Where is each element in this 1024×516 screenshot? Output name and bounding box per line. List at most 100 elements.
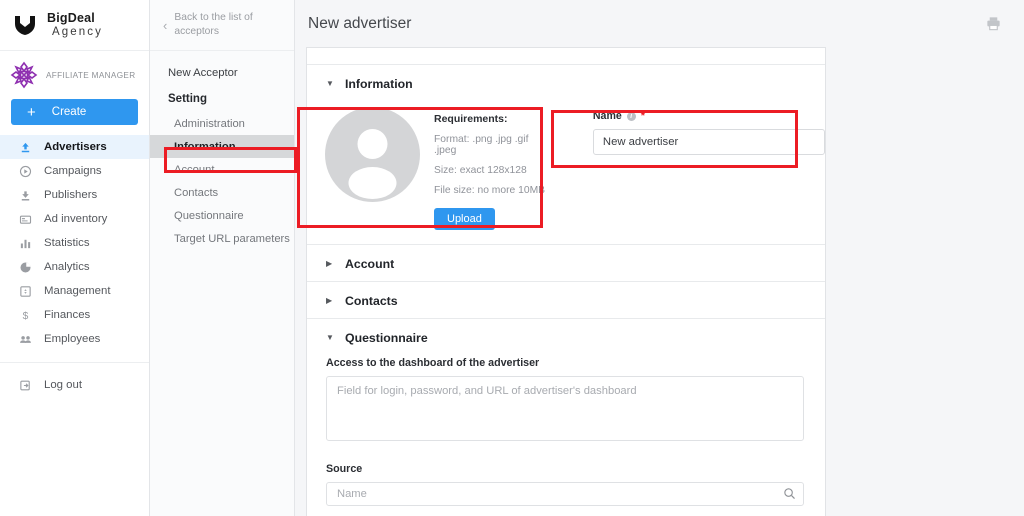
svg-text:$: $	[23, 311, 29, 322]
subnav-item-target-url-parameters[interactable]: Target URL parameters	[150, 227, 294, 250]
back-to-acceptors-link[interactable]: ‹ Back to the list of acceptors	[150, 0, 294, 51]
app-root: BigDeal Agency AFFILIATE MANAGER + Creat…	[0, 0, 1024, 516]
dashboard-access-textarea[interactable]	[326, 376, 804, 441]
subnav-item-administration[interactable]: Administration	[150, 112, 294, 135]
requirements-title: Requirements:	[434, 113, 508, 125]
requirement-format: Format: .png .jpg .gif .jpeg	[434, 134, 529, 156]
sidebar-item-publishers[interactable]: Publishers	[0, 183, 149, 207]
source-search-input[interactable]	[326, 482, 804, 506]
sidebar-item-label: Publishers	[44, 189, 98, 201]
square-dot-icon	[19, 285, 32, 298]
brand-name-line1: BigDeal	[47, 11, 95, 26]
page-header: New advertiser	[295, 0, 1024, 47]
bar-chart-icon	[19, 237, 32, 250]
settings-item-list: Administration Information Account Conta…	[150, 112, 294, 250]
chevron-left-icon: ‹	[163, 17, 168, 33]
affiliate-manager-row[interactable]: AFFILIATE MANAGER	[0, 51, 149, 95]
sidebar-item-logout[interactable]: Log out	[0, 373, 149, 397]
create-button-label: Create	[51, 106, 87, 118]
person-placeholder-icon	[325, 107, 420, 202]
sidebar-item-label: Advertisers	[44, 141, 107, 153]
name-label-text: Name	[592, 110, 622, 122]
upload-button[interactable]: Upload	[434, 208, 495, 230]
subnav-item-contacts[interactable]: Contacts	[150, 181, 294, 204]
brand-header[interactable]: BigDeal Agency	[0, 0, 149, 51]
section-title: Contacts	[345, 294, 398, 308]
search-icon[interactable]	[783, 487, 796, 505]
sidebar-item-label: Finances	[44, 309, 91, 321]
required-asterisk: *	[640, 110, 646, 122]
download-arrow-icon	[19, 189, 32, 202]
user-role-label: AFFILIATE MANAGER	[46, 70, 136, 80]
nav-divider	[0, 362, 149, 363]
info-icon[interactable]: i	[626, 111, 636, 121]
printer-icon[interactable]	[984, 15, 1002, 33]
sidebar-item-campaigns[interactable]: Campaigns	[0, 159, 149, 183]
section-title: Questionnaire	[345, 331, 428, 345]
card-icon	[19, 213, 32, 226]
section-title: Account	[345, 257, 395, 271]
subnav-item-information[interactable]: Information	[150, 135, 294, 159]
subnav-item-label: Questionnaire	[174, 209, 244, 222]
section-title: Information	[345, 77, 413, 91]
panel-top-partial-row	[307, 48, 825, 65]
subnav-item-label: Target URL parameters	[174, 232, 290, 245]
sidebar-item-label: Analytics	[44, 261, 90, 273]
subnav-item-label: Administration	[174, 117, 245, 130]
pie-chart-icon	[19, 261, 32, 274]
create-button[interactable]: + Create	[11, 99, 138, 125]
dollar-icon: $	[19, 309, 32, 322]
primary-sidebar: BigDeal Agency AFFILIATE MANAGER + Creat…	[0, 0, 150, 516]
dashboard-access-label: Access to the dashboard of the advertise…	[326, 357, 540, 369]
section-information: Information	[307, 65, 825, 245]
section-account: Account	[307, 245, 825, 282]
upload-arrow-icon	[19, 141, 32, 154]
play-circle-icon	[19, 165, 32, 178]
name-field-label: Name i *	[593, 110, 825, 122]
sidebar-item-label: Log out	[44, 379, 83, 391]
subnav-item-label: Account	[174, 163, 215, 176]
section-contacts: Contacts	[307, 282, 825, 319]
avatar-upload-block: Requirements: Format: .png .jpg .gif .jp…	[315, 101, 549, 230]
plus-icon: +	[27, 103, 36, 121]
sidebar-item-label: Employees	[44, 333, 101, 345]
secondary-sidebar: ‹ Back to the list of acceptors New Acce…	[150, 0, 295, 516]
sidebar-item-ad-inventory[interactable]: Ad inventory	[0, 207, 149, 231]
form-panel: Information	[306, 47, 826, 516]
sidebar-item-management[interactable]: Management	[0, 279, 149, 303]
sidebar-item-label: Statistics	[44, 237, 90, 249]
chevron-right-icon	[326, 297, 335, 305]
source-field-wrapper	[326, 482, 804, 506]
sidebar-item-employees[interactable]: Employees	[0, 327, 149, 351]
settings-group-label: Setting	[168, 93, 207, 106]
sidebar-item-label: Ad inventory	[44, 213, 108, 225]
subnav-item-questionnaire[interactable]: Questionnaire	[150, 204, 294, 227]
name-input[interactable]	[592, 129, 825, 155]
subnav-item-label: Contacts	[174, 186, 219, 199]
sidebar-item-finances[interactable]: $ Finances	[0, 303, 149, 327]
section-questionnaire-header[interactable]: Questionnaire	[307, 319, 825, 355]
requirement-size: Size: exact 128x128	[434, 165, 527, 176]
shield-logo-icon	[12, 12, 38, 38]
sidebar-item-label: Management	[44, 285, 111, 297]
sidebar-item-statistics[interactable]: Statistics	[0, 231, 149, 255]
section-contacts-header[interactable]: Contacts	[307, 282, 825, 318]
sidebar-item-analytics[interactable]: Analytics	[0, 255, 149, 279]
sidebar-item-label: Campaigns	[44, 165, 102, 177]
entity-title: New Acceptor	[168, 67, 238, 79]
sidebar-item-advertisers[interactable]: Advertisers	[0, 135, 149, 159]
requirement-filesize: File size: no more 10MB	[434, 185, 546, 196]
logout-icon	[19, 379, 32, 392]
people-icon	[19, 333, 32, 346]
subnav-item-label: Information	[174, 140, 236, 153]
section-account-header[interactable]: Account	[307, 245, 825, 281]
subnav-item-account[interactable]: Account	[150, 158, 294, 181]
avatar-requirements: Requirements: Format: .png .jpg .gif .jp…	[434, 107, 549, 230]
brand-text: BigDeal Agency	[47, 11, 103, 38]
main-navigation: Advertisers Campaigns Publishers Ad inve…	[0, 135, 149, 397]
name-field-block: Name i *	[592, 101, 825, 230]
source-label: Source	[326, 463, 363, 475]
brand-name-line2: Agency	[52, 25, 103, 38]
section-questionnaire-body: Access to the dashboard of the advertise…	[307, 357, 825, 516]
section-information-header[interactable]: Information	[307, 65, 825, 101]
